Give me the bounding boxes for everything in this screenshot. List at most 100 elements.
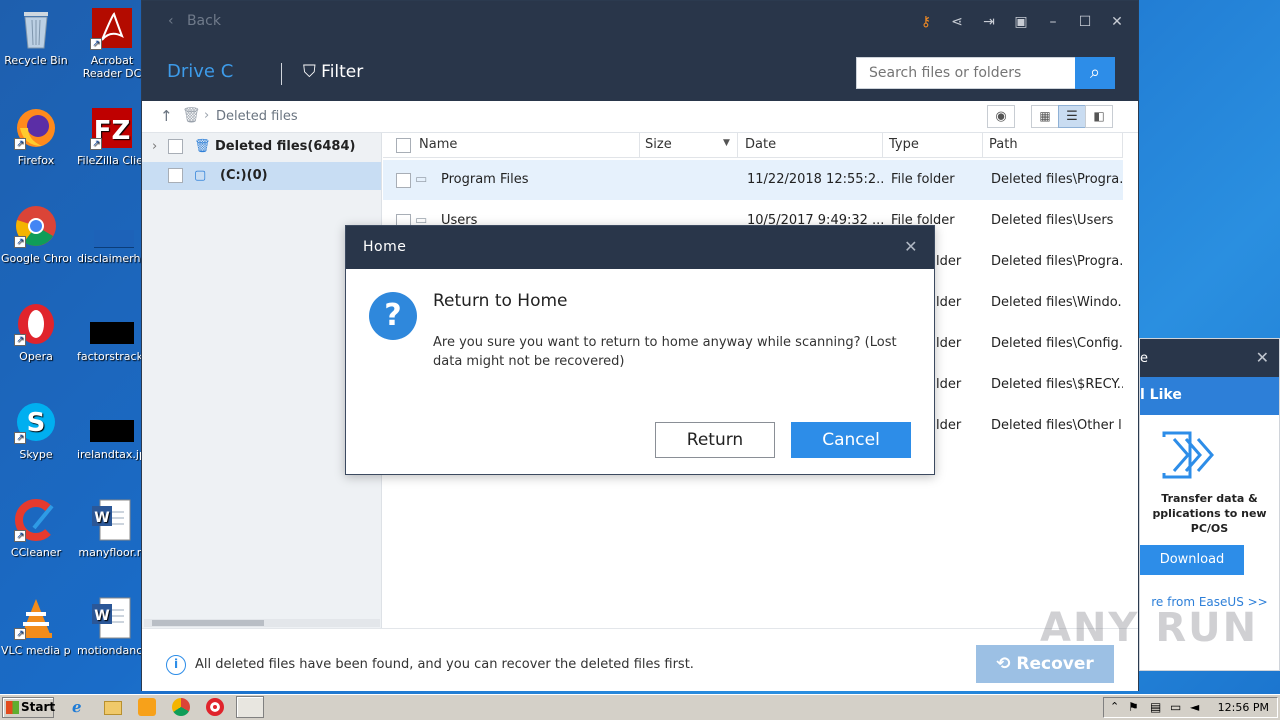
- cell-path: Deleted files\Users: [991, 213, 1114, 228]
- cell-type: File folder: [891, 172, 955, 187]
- dialog-heading: Return to Home: [433, 291, 568, 311]
- file-thumbnail-icon: [90, 302, 134, 346]
- file-thumbnail-icon: [90, 204, 134, 248]
- taskbar: Start ℯ ⌃ ⚑ ▤ ▭ ◄ 12:56 PM: [0, 694, 1280, 720]
- chrome-icon: ↗: [14, 204, 58, 248]
- status-text: All deleted files have been found, and y…: [195, 657, 694, 672]
- start-label: Start: [21, 700, 56, 714]
- cell-path: Deleted files\Config...: [991, 336, 1123, 351]
- cell-path: Deleted files\$RECY...: [991, 377, 1123, 392]
- cell-name: Program Files: [441, 172, 529, 187]
- search-icon: ⌕: [1089, 62, 1101, 83]
- cell-date: 11/22/2018 12:55:2...: [747, 172, 883, 187]
- search-button[interactable]: ⌕: [1075, 57, 1115, 89]
- column-path[interactable]: Path: [983, 133, 1123, 157]
- breadcrumb-chevron-icon: ›: [204, 108, 210, 123]
- title-bar: ‹ Back ⚷ ⋖ ⇥ ▣ – ☐ ✕: [142, 1, 1138, 43]
- desktop-icon-factorstrack[interactable]: factorstrack...: [77, 302, 147, 363]
- desktop-icon-label: VLC media player: [1, 644, 71, 657]
- tree-checkbox[interactable]: [168, 139, 183, 154]
- svg-text:S: S: [27, 408, 46, 438]
- system-tray: ⌃ ⚑ ▤ ▭ ◄ 12:56 PM: [1103, 697, 1278, 718]
- opera-taskbar-icon[interactable]: [206, 698, 224, 716]
- opera-icon: ↗: [14, 302, 58, 346]
- desktop-icon-google-chrome[interactable]: ↗ Google Chrome: [1, 204, 71, 265]
- desktop-icon-label: Google Chrome: [1, 252, 71, 265]
- back-button[interactable]: ‹ Back: [168, 13, 221, 29]
- search-input[interactable]: [856, 57, 1076, 89]
- skype-icon: S ↗: [14, 400, 58, 444]
- display-icon[interactable]: ▭: [1170, 700, 1181, 714]
- menu-icon[interactable]: ▣: [1011, 12, 1031, 32]
- key-icon[interactable]: ⚷: [916, 12, 936, 32]
- promo-close-icon[interactable]: ✕: [1256, 348, 1269, 367]
- desktop-icon-irelandtax[interactable]: irelandtax.jpg: [77, 400, 147, 461]
- tree-item-label: (C:)(0): [220, 168, 268, 183]
- close-icon[interactable]: ✕: [1107, 12, 1127, 32]
- svg-text:W: W: [94, 510, 109, 526]
- desktop-icon-manyfloor[interactable]: W manyfloor.rt: [77, 498, 147, 559]
- select-all-checkbox[interactable]: [396, 138, 411, 153]
- expand-chevron-icon[interactable]: ›: [152, 133, 157, 161]
- media-player-icon[interactable]: [138, 698, 156, 716]
- promo-text: Transfer data & pplications to new PC/OS: [1152, 492, 1267, 535]
- desktop-icon-firefox[interactable]: ↗ Firefox: [1, 106, 71, 167]
- column-name[interactable]: Name: [413, 133, 640, 157]
- filter-icon: ⛉: [303, 62, 316, 82]
- filter-button[interactable]: ⛉ Filter: [303, 62, 363, 82]
- share-icon[interactable]: ⋖: [947, 12, 967, 32]
- grid-view-button[interactable]: ▦: [1031, 105, 1059, 128]
- desktop-icon-motiondance[interactable]: W motiondanc...: [77, 596, 147, 657]
- tray-arrow-icon[interactable]: ⌃: [1110, 700, 1119, 713]
- tree-item-drive-c[interactable]: ▢ (C:)(0): [142, 162, 381, 190]
- breadcrumb[interactable]: Deleted files: [216, 109, 298, 124]
- desktop-icon-vlc[interactable]: ↗ VLC media player: [1, 596, 71, 657]
- maximize-icon[interactable]: ☐: [1075, 12, 1095, 32]
- drive-label[interactable]: Drive C: [167, 61, 233, 82]
- column-type[interactable]: Type: [883, 133, 983, 157]
- shortcut-arrow-icon: ↗: [14, 628, 26, 640]
- preview-eye-button[interactable]: ◉: [987, 105, 1015, 128]
- tree-checkbox[interactable]: [168, 168, 183, 183]
- list-view-button[interactable]: ☰: [1058, 105, 1086, 128]
- minimize-icon[interactable]: –: [1043, 12, 1063, 32]
- clock[interactable]: 12:56 PM: [1218, 701, 1269, 714]
- signin-icon[interactable]: ⇥: [979, 12, 999, 32]
- explorer-folder-icon[interactable]: [104, 701, 122, 715]
- up-arrow-icon[interactable]: ↑: [160, 107, 173, 125]
- shortcut-arrow-icon: ↗: [90, 38, 102, 50]
- desktop-icon-disclaimerhe[interactable]: disclaimerhe...: [77, 204, 147, 265]
- row-checkbox[interactable]: [396, 173, 411, 188]
- dialog-close-icon[interactable]: ✕: [904, 237, 918, 256]
- desktop-icon-filezilla[interactable]: FZ ↗ FileZilla Client: [77, 106, 147, 167]
- volume-icon[interactable]: ◄: [1190, 700, 1199, 714]
- ie-icon[interactable]: ℯ: [72, 698, 90, 716]
- easeus-taskbar-icon[interactable]: [236, 696, 264, 718]
- column-date[interactable]: Date: [739, 133, 883, 157]
- desktop-icon-skype[interactable]: S ↗ Skype: [1, 400, 71, 461]
- shortcut-arrow-icon: ↗: [14, 138, 26, 150]
- desktop-icon-ccleaner[interactable]: ↗ CCleaner: [1, 498, 71, 559]
- tree-horizontal-scrollbar[interactable]: [144, 619, 380, 627]
- promo-download-button[interactable]: Download: [1140, 545, 1244, 575]
- return-button[interactable]: Return: [655, 422, 775, 458]
- desktop-icon-label: irelandtax.jpg: [77, 448, 147, 461]
- desktop-icon-opera[interactable]: ↗ Opera: [1, 302, 71, 363]
- table-row[interactable]: ▭ Program Files 11/22/2018 12:55:2... Fi…: [383, 160, 1123, 200]
- cell-type: lder: [936, 254, 962, 269]
- desktop-icon-acrobat[interactable]: ↗ Acrobat Reader DC: [77, 6, 147, 80]
- network-icon[interactable]: ▤: [1150, 700, 1161, 714]
- tree-item-deleted-files[interactable]: › 🗑 Deleted files(6484): [142, 133, 381, 161]
- flag-icon[interactable]: ⚑: [1128, 700, 1139, 714]
- sort-down-icon[interactable]: ▼: [723, 138, 730, 148]
- shortcut-arrow-icon: ↗: [14, 530, 26, 542]
- cancel-button[interactable]: Cancel: [791, 422, 911, 458]
- cell-type: lder: [936, 336, 962, 351]
- chrome-taskbar-icon[interactable]: [172, 698, 190, 716]
- promo-title: e: [1140, 351, 1148, 366]
- scrollbar-thumb[interactable]: [152, 620, 264, 626]
- desktop-icon-recycle-bin[interactable]: Recycle Bin: [1, 6, 71, 67]
- acrobat-icon: ↗: [90, 6, 134, 50]
- detail-view-button[interactable]: ◧: [1085, 105, 1113, 128]
- start-button[interactable]: Start: [2, 697, 56, 718]
